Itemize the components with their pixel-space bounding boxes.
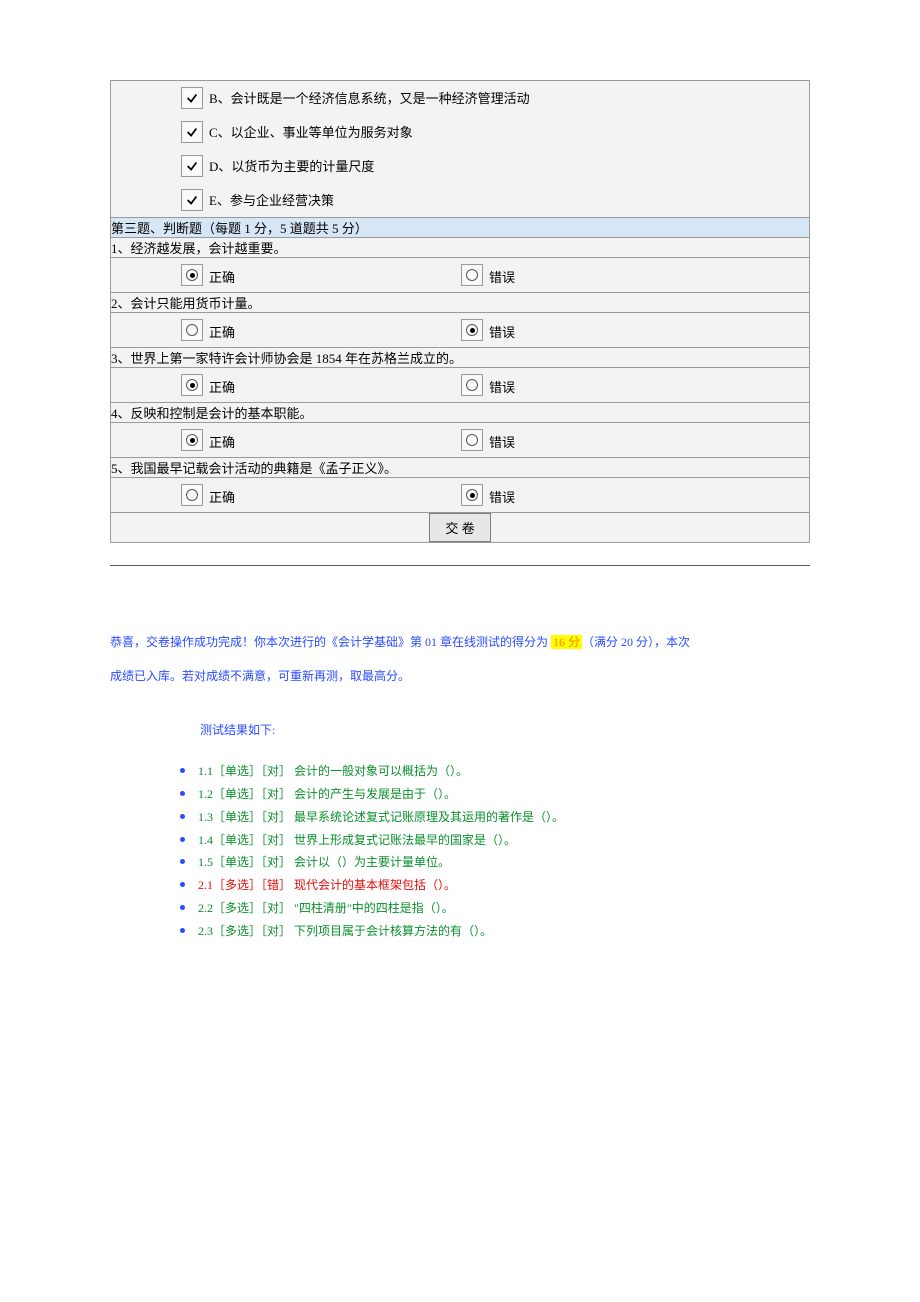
multi-option: E、参与企业经营决策	[111, 183, 809, 217]
section-3-header: 第三题、判断题（每题 1 分，5 道题共 5 分）	[111, 218, 810, 238]
tf-wrong-option: 错误	[461, 374, 515, 396]
radio-icon[interactable]	[461, 429, 483, 451]
radio-icon[interactable]	[461, 484, 483, 506]
result-message: 恭喜，交卷操作成功完成！你本次进行的《会计学基础》第 01 章在线测试的得分为 …	[110, 626, 810, 693]
tf-correct-label: 正确	[209, 487, 235, 506]
tf-wrong-label: 错误	[489, 432, 515, 451]
results-block: 测试结果如下: 1.1［单选］［对］ 会计的一般对象可以概括为（）。1.2［单选…	[140, 721, 780, 942]
tf-wrong-option: 错误	[461, 484, 515, 506]
tf-wrong-option: 错误	[461, 264, 515, 286]
tf-question: 2、会计只能用货币计量。	[111, 293, 810, 313]
tf-correct-option: 正确	[181, 429, 461, 451]
result-item: 1.4［单选］［对］ 世界上形成复式记账法最早的国家是（）。	[174, 829, 780, 852]
radio-icon[interactable]	[181, 264, 203, 286]
result-item: 1.5［单选］［对］ 会计以（）为主要计量单位。	[174, 851, 780, 874]
msg-part1: 恭喜，交卷操作成功完成！你本次进行的《会计学基础》第 01 章在线测试的得分为	[110, 635, 551, 649]
result-item: 1.1［单选］［对］ 会计的一般对象可以概括为（）。	[174, 760, 780, 783]
tf-correct-option: 正确	[181, 484, 461, 506]
multi-option: B、会计既是一个经济信息系统，又是一种经济管理活动	[111, 81, 809, 115]
tf-correct-label: 正确	[209, 267, 235, 286]
tf-wrong-label: 错误	[489, 267, 515, 286]
tf-question: 1、经济越发展，会计越重要。	[111, 238, 810, 258]
checkbox-icon[interactable]	[181, 189, 203, 211]
multi-option-label: B、会计既是一个经济信息系统，又是一种经济管理活动	[209, 88, 530, 109]
tf-wrong-label: 错误	[489, 377, 515, 396]
multi-options-cell: B、会计既是一个经济信息系统，又是一种经济管理活动 C、以企业、事业等单位为服务对…	[111, 81, 810, 218]
tf-question: 3、世界上第一家特许会计师协会是 1854 年在苏格兰成立的。	[111, 348, 810, 368]
submit-cell: 交 卷	[111, 513, 810, 543]
result-item: 1.2［单选］［对］ 会计的产生与发展是由于（）。	[174, 783, 780, 806]
tf-question: 5、我国最早记载会计活动的典籍是《孟子正义》。	[111, 458, 810, 478]
radio-icon[interactable]	[181, 319, 203, 341]
tf-correct-option: 正确	[181, 374, 461, 396]
checkbox-icon[interactable]	[181, 87, 203, 109]
checkbox-icon[interactable]	[181, 121, 203, 143]
multi-option-label: E、参与企业经营决策	[209, 190, 334, 211]
result-item: 1.3［单选］［对］ 最早系统论述复式记账原理及其运用的著作是（）。	[174, 806, 780, 829]
score-highlight: 16 分	[551, 635, 582, 649]
tf-correct-label: 正确	[209, 322, 235, 341]
tf-answer-row: 正确 错误	[111, 478, 810, 513]
tf-correct-label: 正确	[209, 377, 235, 396]
radio-icon[interactable]	[181, 484, 203, 506]
tf-correct-option: 正确	[181, 319, 461, 341]
results-title: 测试结果如下:	[140, 721, 780, 738]
multi-option: C、以企业、事业等单位为服务对象	[111, 115, 809, 149]
quiz-table: B、会计既是一个经济信息系统，又是一种经济管理活动 C、以企业、事业等单位为服务对…	[110, 80, 810, 543]
tf-wrong-option: 错误	[461, 429, 515, 451]
results-list: 1.1［单选］［对］ 会计的一般对象可以概括为（）。1.2［单选］［对］ 会计的…	[140, 760, 780, 942]
multi-option: D、以货币为主要的计量尺度	[111, 149, 809, 183]
tf-correct-option: 正确	[181, 264, 461, 286]
tf-answer-row: 正确 错误	[111, 313, 810, 348]
radio-icon[interactable]	[461, 264, 483, 286]
result-item: 2.2［多选］［对］ "四柱清册"中的四柱是指（）。	[174, 897, 780, 920]
submit-button[interactable]: 交 卷	[429, 513, 491, 542]
radio-icon[interactable]	[461, 374, 483, 396]
tf-answer-row: 正确 错误	[111, 258, 810, 293]
tf-wrong-option: 错误	[461, 319, 515, 341]
radio-icon[interactable]	[461, 319, 483, 341]
multi-option-label: C、以企业、事业等单位为服务对象	[209, 122, 413, 143]
tf-answer-row: 正确 错误	[111, 423, 810, 458]
tf-wrong-label: 错误	[489, 322, 515, 341]
divider	[110, 565, 810, 566]
tf-answer-row: 正确 错误	[111, 368, 810, 403]
tf-wrong-label: 错误	[489, 487, 515, 506]
tf-question: 4、反映和控制是会计的基本职能。	[111, 403, 810, 423]
result-item: 2.1［多选］［错］ 现代会计的基本框架包括（）。	[174, 874, 780, 897]
checkbox-icon[interactable]	[181, 155, 203, 177]
msg-part2: （满分 20 分），本次	[582, 635, 690, 649]
result-item: 2.3［多选］［对］ 下列项目属于会计核算方法的有（）。	[174, 920, 780, 943]
tf-correct-label: 正确	[209, 432, 235, 451]
radio-icon[interactable]	[181, 374, 203, 396]
radio-icon[interactable]	[181, 429, 203, 451]
msg-part3: 成绩已入库。若对成绩不满意，可重新再测，取最高分。	[110, 669, 410, 683]
multi-option-label: D、以货币为主要的计量尺度	[209, 156, 374, 177]
